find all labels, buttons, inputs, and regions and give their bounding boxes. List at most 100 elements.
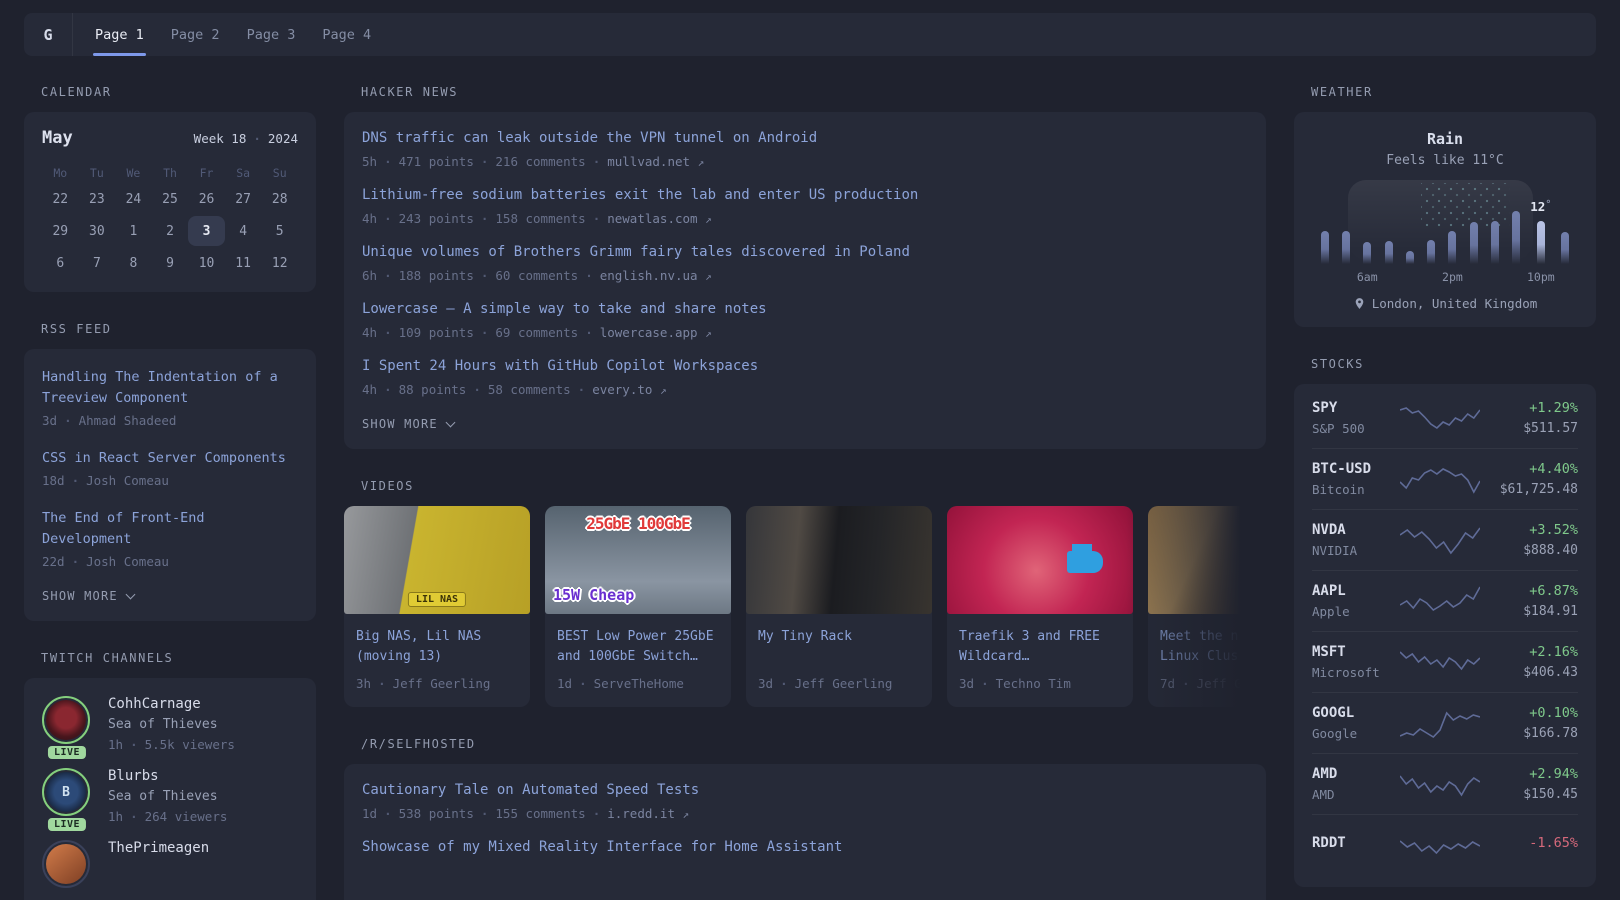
- calendar-day: 9: [152, 248, 189, 278]
- video-card[interactable]: LIL NAS Big NAS, Lil NAS (moving 13) 3h·…: [344, 506, 530, 707]
- video-card[interactable]: FAS Meet the n Linux Clus 7d·Jeff Geerli…: [1148, 506, 1266, 707]
- video-card[interactable]: Traefik 3 and FREE Wildcard… 3d·Techno T…: [947, 506, 1133, 707]
- separator-dot: ·: [130, 737, 138, 752]
- reddit-domain-link[interactable]: i.redd.it ↗: [607, 806, 689, 821]
- rss-item-meta: 18d·Josh Comeau: [42, 473, 298, 488]
- video-meta: 3d·Jeff Geerling: [758, 676, 920, 691]
- reddit-domain: i.redd.it: [607, 806, 675, 821]
- tab-page-3[interactable]: Page 3: [247, 13, 296, 56]
- hn-comments[interactable]: 58 comments: [488, 382, 571, 397]
- hn-domain-link[interactable]: english.nv.ua ↗: [600, 268, 712, 283]
- video-author: Jeff Geerling: [795, 676, 893, 691]
- reddit-points: 538 points: [399, 806, 474, 821]
- hn-comments[interactable]: 69 comments: [495, 325, 578, 340]
- video-thumbnail[interactable]: LIL NAS: [344, 506, 530, 614]
- rss-item: Handling The Indentation of a Treeview C…: [42, 367, 298, 428]
- weather-time-label: 6am: [1357, 264, 1378, 284]
- video-card[interactable]: 25GbE 100GbE15W Cheap BEST Low Power 25G…: [545, 506, 731, 707]
- reddit-item-title[interactable]: Showcase of my Mixed Reality Interface f…: [362, 839, 1248, 856]
- stock-sparkline: [1398, 583, 1482, 619]
- weather-bar: [1561, 232, 1569, 264]
- stock-price: $184.91: [1482, 604, 1578, 619]
- hn-item-title[interactable]: DNS traffic can leak outside the VPN tun…: [362, 130, 1248, 147]
- weather-feels-like: Feels like 11°C: [1312, 153, 1578, 168]
- hn-item-title[interactable]: I Spent 24 Hours with GitHub Copilot Wor…: [362, 358, 1248, 375]
- weekday-label: Fr: [188, 164, 225, 182]
- tab-page-1[interactable]: Page 1: [95, 13, 144, 56]
- video-author: Techno Tim: [996, 676, 1071, 691]
- rss-item-author: Ahmad Shadeed: [79, 413, 177, 428]
- twitch-avatar[interactable]: [42, 840, 92, 888]
- calendar-day: 2: [152, 216, 189, 246]
- hn-comments[interactable]: 60 comments: [495, 268, 578, 283]
- reddit-item-title[interactable]: Cautionary Tale on Automated Speed Tests: [362, 782, 1248, 799]
- stock-row[interactable]: RDDT -1.65%: [1312, 814, 1578, 875]
- stock-row[interactable]: AAPLApple +6.87%$184.91: [1312, 570, 1578, 631]
- separator-dot: ·: [384, 211, 392, 226]
- hn-comments[interactable]: 158 comments: [495, 211, 585, 226]
- separator-dot: ·: [1182, 676, 1190, 691]
- hn-item-title[interactable]: Lowercase – A simple way to take and sha…: [362, 301, 1248, 318]
- hn-item-title[interactable]: Unique volumes of Brothers Grimm fairy t…: [362, 244, 1248, 261]
- twitch-channel-name[interactable]: Blurbs: [108, 768, 227, 784]
- hn-comments[interactable]: 216 comments: [495, 154, 585, 169]
- stock-row[interactable]: NVDANVIDIA +3.52%$888.40: [1312, 509, 1578, 570]
- hn-item-title[interactable]: Lithium-free sodium batteries exit the l…: [362, 187, 1248, 204]
- stock-row[interactable]: GOOGLGoogle +0.10%$166.78: [1312, 692, 1578, 753]
- calendar-day: 6: [42, 248, 79, 278]
- hackernews-widget: HACKER NEWS DNS traffic can leak outside…: [344, 85, 1266, 449]
- rss-show-more-button[interactable]: SHOW MORE: [42, 589, 298, 603]
- stock-symbol: RDDT: [1312, 835, 1398, 851]
- video-card[interactable]: My Tiny Rack 3d·Jeff Geerling: [746, 506, 932, 707]
- stock-row[interactable]: SPYS&P 500 +1.29%$511.57: [1312, 388, 1578, 448]
- stock-row[interactable]: MSFTMicrosoft +2.16%$406.43: [1312, 631, 1578, 692]
- rss-item-title[interactable]: The End of Front-End Development: [42, 508, 298, 550]
- separator-dot: ·: [593, 211, 601, 226]
- video-title[interactable]: Meet the n Linux Clus: [1160, 627, 1266, 667]
- rss-item-title[interactable]: Handling The Indentation of a Treeview C…: [42, 367, 298, 409]
- hn-item: I Spent 24 Hours with GitHub Copilot Wor…: [362, 358, 1248, 397]
- calendar-day: 12: [261, 248, 298, 278]
- weather-bar-column: 12°10pm: [1527, 180, 1555, 284]
- stock-name: NVIDIA: [1312, 543, 1398, 558]
- stock-name: Bitcoin: [1312, 482, 1398, 497]
- twitch-channel-game: Sea of Thieves: [108, 717, 235, 732]
- tab-page-2[interactable]: Page 2: [171, 13, 220, 56]
- video-title[interactable]: Big NAS, Lil NAS (moving 13): [356, 627, 518, 667]
- video-thumbnail[interactable]: [947, 506, 1133, 614]
- video-age: 3d: [758, 676, 773, 691]
- stock-row[interactable]: AMDAMD +2.94%$150.45: [1312, 753, 1578, 814]
- video-title[interactable]: Traefik 3 and FREE Wildcard…: [959, 627, 1121, 667]
- rss-item-meta: 22d·Josh Comeau: [42, 554, 298, 569]
- hn-domain-link[interactable]: lowercase.app ↗: [600, 325, 712, 340]
- video-title[interactable]: My Tiny Rack: [758, 627, 920, 667]
- video-thumbnail[interactable]: FAS: [1148, 506, 1266, 614]
- twitch-channel-name[interactable]: CohhCarnage: [108, 696, 235, 712]
- live-badge: LIVE: [48, 818, 86, 831]
- video-meta: 3d·Techno Tim: [959, 676, 1121, 691]
- hn-domain-link[interactable]: mullvad.net ↗: [607, 154, 704, 169]
- twitch-avatar[interactable]: LIVE: [42, 696, 92, 752]
- rss-item-title[interactable]: CSS in React Server Components: [42, 448, 298, 469]
- hn-domain-link[interactable]: newatlas.com ↗: [607, 211, 711, 226]
- rss-item-author: Josh Comeau: [86, 473, 169, 488]
- weather-card: Rain Feels like 11°C 6am2pm12°10pm Londo…: [1294, 112, 1596, 327]
- separator-dot: ·: [481, 154, 489, 169]
- calendar-card: May Week 18·2024 Mo Tu We Th Fr Sa Su 22: [24, 112, 316, 292]
- hn-show-more-button[interactable]: SHOW MORE: [362, 417, 1248, 431]
- twitch-avatar[interactable]: B LIVE: [42, 768, 92, 824]
- external-link-icon: ↗: [705, 213, 712, 226]
- weather-location-text: London, United Kingdom: [1372, 296, 1538, 311]
- tab-page-4[interactable]: Page 4: [322, 13, 371, 56]
- video-title[interactable]: BEST Low Power 25GbE and 100GbE Switch…: [557, 627, 719, 667]
- video-thumbnail[interactable]: [746, 506, 932, 614]
- thumbnail-text: 15W Cheap: [553, 586, 634, 604]
- stock-row[interactable]: BTC-USDBitcoin +4.40%$61,725.48: [1312, 448, 1578, 509]
- twitch-channel-name[interactable]: ThePrimeagen: [108, 840, 209, 856]
- hackernews-card: DNS traffic can leak outside the VPN tun…: [344, 112, 1266, 449]
- video-author: Jeff Geerling: [1197, 676, 1266, 691]
- reddit-comments[interactable]: 155 comments: [495, 806, 585, 821]
- weekday-label: Mo: [42, 164, 79, 182]
- hn-domain-link[interactable]: every.to ↗: [592, 382, 666, 397]
- video-thumbnail[interactable]: 25GbE 100GbE15W Cheap: [545, 506, 731, 614]
